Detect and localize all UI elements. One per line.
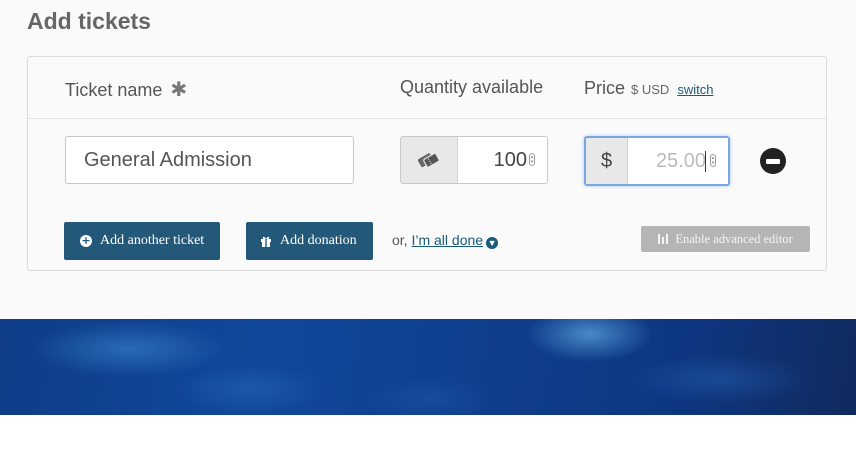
header-divider <box>28 118 826 119</box>
minus-circle-icon <box>766 158 780 164</box>
remove-ticket-button[interactable] <box>760 148 786 174</box>
add-donation-label: Add donation <box>280 233 357 248</box>
or-text: or, <box>392 232 408 248</box>
price-currency: $ USD <box>631 82 670 97</box>
ticket-name-input[interactable]: General Admission <box>65 136 354 184</box>
arrow-down-circle-icon: ▼ <box>486 237 499 249</box>
sliders-icon <box>658 234 669 244</box>
advanced-editor-label: Enable advanced editor <box>675 231 793 246</box>
text-cursor <box>705 151 706 172</box>
tickets-panel: Ticket name ✱ Quantity available Price $ U… <box>27 56 827 271</box>
quantity-input-group[interactable]: 100 ▴ ▾ <box>400 136 548 184</box>
add-donation-button[interactable]: Add donation <box>246 222 373 260</box>
quantity-spinner[interactable]: ▴ ▾ <box>529 153 535 166</box>
plus-circle-icon: + <box>80 234 92 247</box>
gift-icon <box>260 235 272 247</box>
page-title: Add tickets <box>27 8 151 34</box>
price-label: Price <box>584 78 626 98</box>
done-prompt: or, I’m all done ▼ <box>392 232 499 249</box>
quantity-header: Quantity available <box>400 77 544 97</box>
asterisk-icon: ✱ <box>170 79 188 101</box>
done-label: I’m all done <box>411 232 484 248</box>
price-value[interactable]: 25.00 <box>656 138 706 184</box>
switch-currency-link[interactable]: switch <box>677 82 713 97</box>
add-another-ticket-button[interactable]: + Add another ticket <box>64 222 220 260</box>
add-ticket-label: Add another ticket <box>100 233 205 248</box>
enable-advanced-editor-button[interactable]: Enable advanced editor <box>641 226 810 252</box>
tickets-icon <box>401 137 458 183</box>
ticket-name-label: Ticket name <box>65 80 163 100</box>
all-done-link[interactable]: I’m all done ▼ <box>411 232 499 249</box>
quantity-value[interactable]: 100 <box>494 137 527 183</box>
price-header: Price $ USD switch <box>584 78 713 99</box>
ticket-name-header: Ticket name ✱ <box>65 77 187 102</box>
currency-symbol: $ <box>586 138 628 184</box>
price-spinner[interactable]: ▴ ▾ <box>710 154 716 167</box>
price-input-group[interactable]: $ 25.00 ▴ ▾ <box>584 136 730 186</box>
banner-image <box>0 319 856 415</box>
